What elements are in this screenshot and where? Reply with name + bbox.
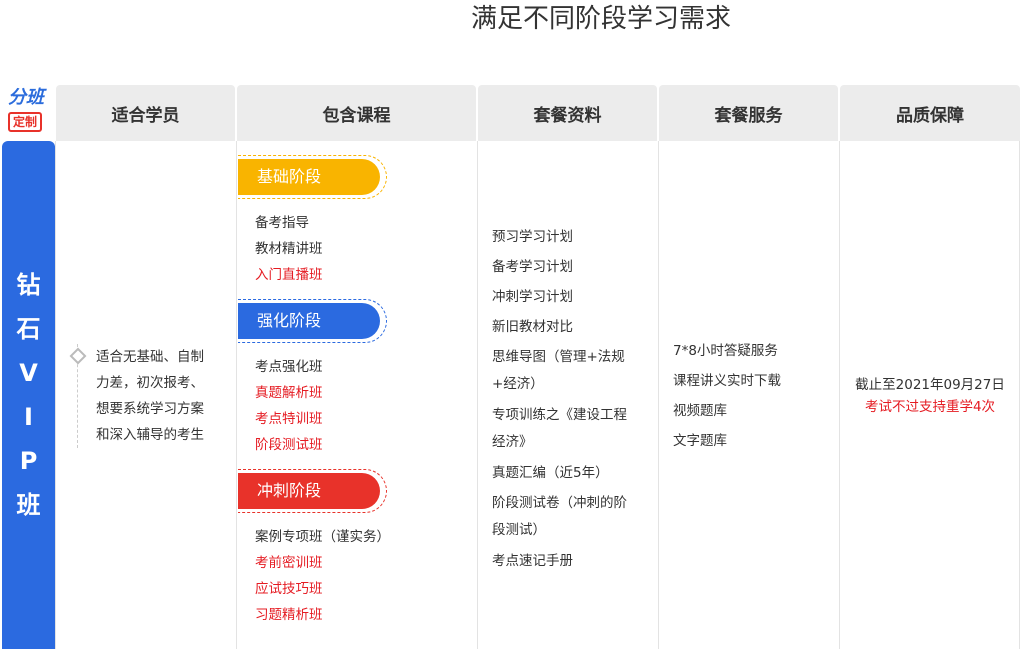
stage-intensive: 强化阶段 <box>238 299 388 343</box>
diamond-vip-class-label: 钻 石 V I P 班 <box>2 141 55 649</box>
material-item: 考点速记手册 <box>492 553 573 569</box>
stage-basic-courses: 备考指导 教材精讲班 入门直播班 <box>255 210 323 288</box>
stage-sprint-courses: 案例专项班（谨实务） 考前密训班 应试技巧班 习题精析班 <box>255 524 390 628</box>
material-item: 真题汇编（近5年） <box>492 465 609 481</box>
students-line: 和深入辅导的考生 <box>96 427 204 443</box>
logo-line2: 定制 <box>8 112 43 132</box>
header-guarantee: 品质保障 <box>840 85 1020 141</box>
guarantee-date: 截止至2021年09月27日 <box>855 377 1005 393</box>
material-item: 冲刺学习计划 <box>492 289 573 305</box>
guarantee-retake: 考试不过支持重学4次 <box>864 399 996 415</box>
stage-basic-label: 基础阶段 <box>238 159 380 195</box>
quality-guarantee: 截止至2021年09月27日 考试不过支持重学4次 <box>840 374 1020 418</box>
material-item: 阶段测试卷（冲刺的阶 <box>492 495 627 511</box>
logo-line1: 分班 <box>8 87 44 108</box>
stage-intensive-label: 强化阶段 <box>238 303 380 339</box>
course-item: 考点强化班 <box>255 359 323 375</box>
service-item: 7*8小时答疑服务 <box>673 343 778 359</box>
service-item: 文字题库 <box>673 433 727 449</box>
material-item: 段测试） <box>492 522 546 538</box>
header-services: 套餐服务 <box>659 85 838 141</box>
custom-class-logo: 分班 定制 <box>8 88 52 138</box>
materials-list: 预习学习计划 备考学习计划 冲刺学习计划 新旧教材对比 思维导图（管理+法规 +… <box>492 222 627 576</box>
material-item: 专项训练之《建设工程 <box>492 407 627 423</box>
course-item: 教材精讲班 <box>255 241 323 257</box>
material-item: 思维导图（管理+法规 <box>492 349 625 365</box>
material-item: 预习学习计划 <box>492 229 573 245</box>
stage-intensive-courses: 考点强化班 真题解析班 考点特训班 阶段测试班 <box>255 354 323 458</box>
stage-sprint: 冲刺阶段 <box>238 469 388 513</box>
course-item: 习题精析班 <box>255 607 323 623</box>
side-char: 石 <box>16 315 41 343</box>
header-materials: 套餐资料 <box>478 85 657 141</box>
side-char: 钻 <box>16 271 41 299</box>
side-char: I <box>24 403 33 431</box>
course-item: 真题解析班 <box>255 385 323 401</box>
side-char: 班 <box>16 491 41 519</box>
students-line: 适合无基础、自制 <box>96 349 204 365</box>
course-item: 案例专项班（谨实务） <box>255 529 390 545</box>
material-item: 新旧教材对比 <box>492 319 573 335</box>
material-item: 备考学习计划 <box>492 259 573 275</box>
students-line: 力差，初次报考、 <box>96 375 204 391</box>
side-char: P <box>19 447 38 475</box>
students-description: 适合无基础、自制 力差，初次报考、 想要系统学习方案 和深入辅导的考生 <box>69 344 236 448</box>
header-courses: 包含课程 <box>237 85 476 141</box>
course-item: 应试技巧班 <box>255 581 323 597</box>
course-item: 入门直播班 <box>255 267 323 283</box>
course-item: 考前密训班 <box>255 555 323 571</box>
header-students: 适合学员 <box>56 85 235 141</box>
stage-sprint-label: 冲刺阶段 <box>238 473 380 509</box>
students-line: 想要系统学习方案 <box>96 401 204 417</box>
service-item: 视频题库 <box>673 403 727 419</box>
course-item: 备考指导 <box>255 215 309 231</box>
material-item: 经济》 <box>492 434 533 450</box>
services-list: 7*8小时答疑服务 课程讲义实时下载 视频题库 文字题库 <box>673 336 781 456</box>
stage-basic: 基础阶段 <box>238 155 388 199</box>
course-item: 考点特训班 <box>255 411 323 427</box>
page-title: 满足不同阶段学习需求 <box>470 4 731 34</box>
course-item: 阶段测试班 <box>255 437 323 453</box>
service-item: 课程讲义实时下载 <box>673 373 781 389</box>
material-item: +经济） <box>492 376 544 392</box>
side-char: V <box>19 359 38 387</box>
